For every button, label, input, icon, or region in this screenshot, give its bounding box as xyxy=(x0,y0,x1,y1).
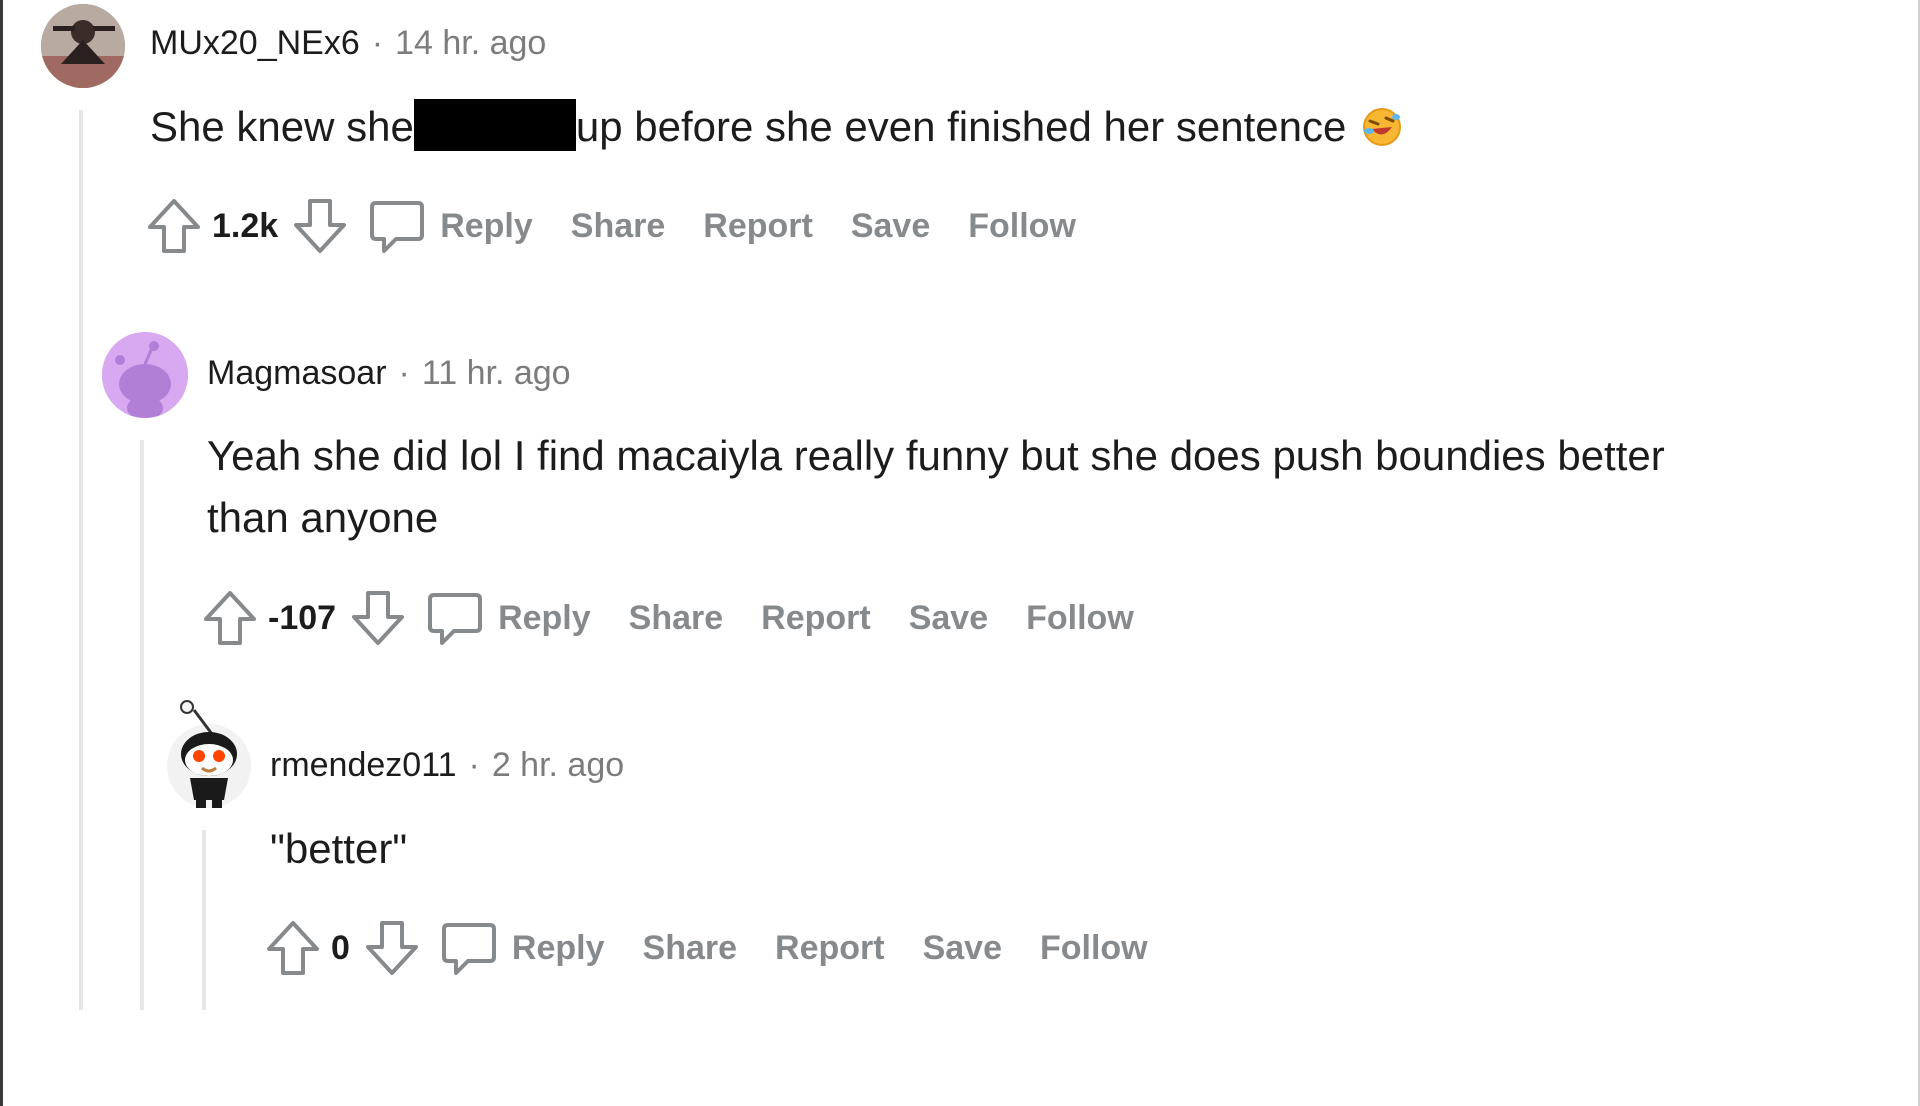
save-button[interactable]: Save xyxy=(851,207,930,246)
comment-actions: 0 Reply Share Report Save Follow xyxy=(265,918,1186,978)
downvote-icon[interactable] xyxy=(350,589,406,647)
avatar[interactable] xyxy=(102,332,188,418)
comment-bubble-icon[interactable] xyxy=(440,919,498,977)
body-text: "better" xyxy=(270,825,408,872)
author-name[interactable]: Magmasoar xyxy=(207,354,387,392)
follow-button[interactable]: Follow xyxy=(968,207,1076,246)
upvote-icon[interactable] xyxy=(202,589,258,647)
timestamp[interactable]: 14 hr. ago xyxy=(395,24,546,62)
reply-button[interactable]: Reply xyxy=(498,599,591,638)
snoo-avatar-icon xyxy=(167,700,251,808)
thread-line-level-3[interactable] xyxy=(202,830,206,1010)
save-button[interactable]: Save xyxy=(923,929,1002,968)
share-button[interactable]: Share xyxy=(643,929,738,968)
thread-line-level-2[interactable] xyxy=(140,440,144,1010)
author-name[interactable]: rmendez011 xyxy=(270,746,457,784)
comment-bubble-icon[interactable] xyxy=(368,197,426,255)
comment-thread: MUx20_NEx6 · 14 hr. ago She knew she up bef… xyxy=(0,0,1920,1106)
comment-actions: -107 Reply Share Report Save Follow xyxy=(202,588,1172,648)
body-text-after: up before she even finished her sentence xyxy=(575,103,1347,150)
report-button[interactable]: Report xyxy=(775,929,885,968)
share-button[interactable]: Share xyxy=(629,599,724,638)
comment-bubble-icon[interactable] xyxy=(426,589,484,647)
body-line-1: Yeah she did lol I find macaiyla really … xyxy=(207,432,1665,479)
follow-button[interactable]: Follow xyxy=(1040,929,1148,968)
share-button[interactable]: Share xyxy=(571,207,666,246)
reply-button[interactable]: Reply xyxy=(440,207,533,246)
separator-dot: · xyxy=(468,746,480,784)
reply-button[interactable]: Reply xyxy=(512,929,605,968)
comment-meta: rmendez011 · 2 hr. ago xyxy=(270,746,624,785)
vote-score: 1.2k xyxy=(212,206,279,245)
redaction-bar xyxy=(413,99,576,151)
comment-actions: 1.2k Reply Share Report Save Follow xyxy=(146,196,1114,256)
avatar[interactable] xyxy=(166,700,252,810)
downvote-icon[interactable] xyxy=(364,919,420,977)
author-name[interactable]: MUx20_NEx6 xyxy=(150,24,360,62)
laughing-emoji-icon xyxy=(1360,104,1404,166)
avatar[interactable] xyxy=(41,4,125,88)
body-text-before: She knew she xyxy=(150,103,414,150)
comment-body: "better" xyxy=(270,818,1870,880)
timestamp[interactable]: 11 hr. ago xyxy=(422,354,571,392)
report-button[interactable]: Report xyxy=(703,207,813,246)
upvote-icon[interactable] xyxy=(265,919,321,977)
downvote-icon[interactable] xyxy=(292,197,348,255)
vote-score: -107 xyxy=(268,598,337,637)
vote-score: 0 xyxy=(331,928,350,967)
report-button[interactable]: Report xyxy=(761,599,871,638)
separator-dot: · xyxy=(371,24,384,62)
timestamp[interactable]: 2 hr. ago xyxy=(492,746,624,784)
user-avatar-icon xyxy=(41,4,125,88)
follow-button[interactable]: Follow xyxy=(1026,599,1134,638)
comment-body: Yeah she did lol I find macaiyla really … xyxy=(207,425,1897,549)
thread-line-level-1[interactable] xyxy=(79,110,83,1010)
comment-body: She knew she up before she even finished … xyxy=(150,96,1850,166)
upvote-icon[interactable] xyxy=(146,197,202,255)
comment-meta: Magmasoar · 11 hr. ago xyxy=(207,354,571,393)
separator-dot: · xyxy=(398,354,410,392)
save-button[interactable]: Save xyxy=(909,599,988,638)
snoo-avatar-icon xyxy=(102,332,188,418)
body-line-2: than anyone xyxy=(207,494,439,541)
comment-meta: MUx20_NEx6 · 14 hr. ago xyxy=(150,24,546,63)
